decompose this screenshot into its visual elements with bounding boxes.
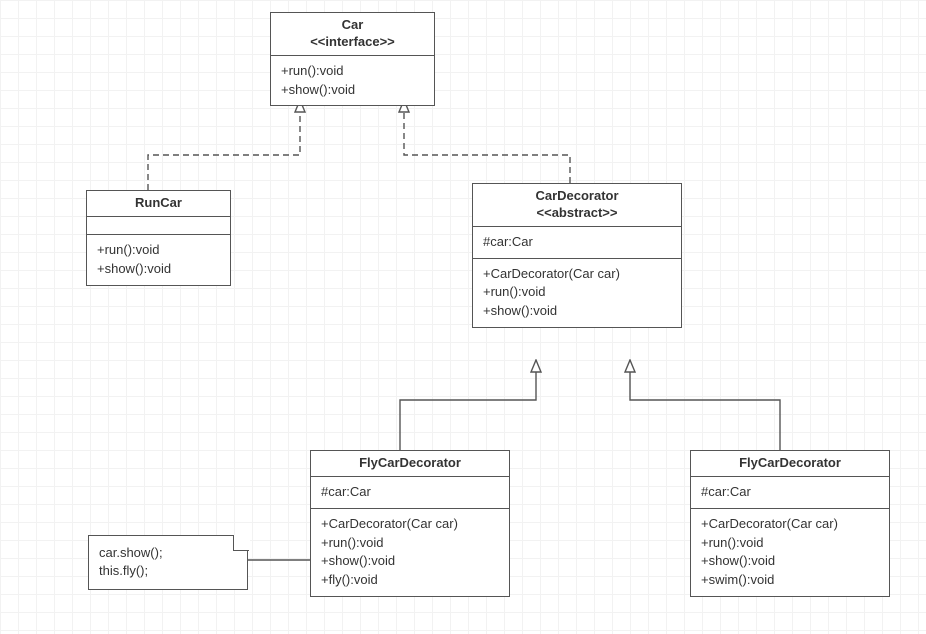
class-header: Car <<interface>> — [271, 13, 434, 56]
class-attributes — [87, 217, 230, 235]
method: +run():void — [281, 62, 424, 81]
method: +show():void — [321, 552, 499, 571]
method: +show():void — [483, 302, 671, 321]
class-header: FlyCarDecorator — [311, 451, 509, 477]
class-header: CarDecorator <<abstract>> — [473, 184, 681, 227]
class-methods: +run():void +show():void — [271, 56, 434, 106]
attribute: #car:Car — [701, 483, 879, 502]
method: +run():void — [97, 241, 220, 260]
class-methods: +CarDecorator(Car car) +run():void +show… — [311, 509, 509, 596]
class-methods: +CarDecorator(Car car) +run():void +show… — [473, 259, 681, 328]
note-line: this.fly(); — [99, 562, 237, 580]
class-car: Car <<interface>> +run():void +show():vo… — [270, 12, 435, 106]
class-cardecorator: CarDecorator <<abstract>> #car:Car +CarD… — [472, 183, 682, 328]
class-runcar: RunCar +run():void +show():void — [86, 190, 231, 286]
class-header: FlyCarDecorator — [691, 451, 889, 477]
attribute: #car:Car — [321, 483, 499, 502]
class-name: FlyCarDecorator — [701, 455, 879, 472]
method: +show():void — [281, 81, 424, 100]
method: +show():void — [97, 260, 220, 279]
method: +run():void — [701, 534, 879, 553]
method: +fly():void — [321, 571, 499, 590]
class-attributes: #car:Car — [311, 477, 509, 509]
class-name: RunCar — [97, 195, 220, 212]
class-stereotype: <<abstract>> — [483, 205, 671, 222]
method: +CarDecorator(Car car) — [321, 515, 499, 534]
note-fold-icon — [233, 535, 249, 551]
note-line: car.show(); — [99, 544, 237, 562]
class-flycardecorator-swim: FlyCarDecorator #car:Car +CarDecorator(C… — [690, 450, 890, 597]
class-attributes: #car:Car — [473, 227, 681, 259]
class-stereotype: <<interface>> — [281, 34, 424, 51]
method: +run():void — [483, 283, 671, 302]
uml-note: car.show(); this.fly(); — [88, 535, 248, 590]
method: +run():void — [321, 534, 499, 553]
method: +CarDecorator(Car car) — [701, 515, 879, 534]
class-methods: +CarDecorator(Car car) +run():void +show… — [691, 509, 889, 596]
class-methods: +run():void +show():void — [87, 235, 230, 285]
class-name: CarDecorator — [483, 188, 671, 205]
attribute: #car:Car — [483, 233, 671, 252]
class-name: Car — [281, 17, 424, 34]
method: +CarDecorator(Car car) — [483, 265, 671, 284]
method: +show():void — [701, 552, 879, 571]
method: +swim():void — [701, 571, 879, 590]
class-flycardecorator: FlyCarDecorator #car:Car +CarDecorator(C… — [310, 450, 510, 597]
class-attributes: #car:Car — [691, 477, 889, 509]
class-header: RunCar — [87, 191, 230, 217]
class-name: FlyCarDecorator — [321, 455, 499, 472]
